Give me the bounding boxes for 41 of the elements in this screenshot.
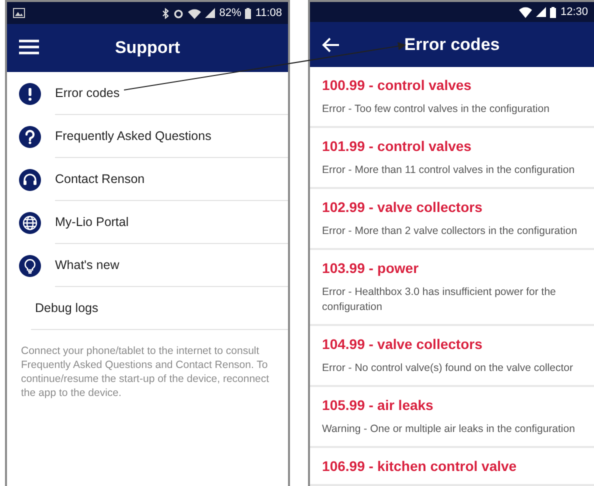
battery-icon	[245, 8, 252, 18]
error-code-description: Warning - One or multiple air leaks in the configuration	[322, 422, 576, 437]
status-time: 12:30	[560, 6, 588, 18]
battery-percentage: 82%	[219, 7, 242, 19]
lightbulb-icon	[19, 254, 41, 276]
error-code-title[interactable]: 103.99 - power	[322, 259, 582, 277]
bluetooth-icon	[162, 8, 170, 18]
back-arrow-icon[interactable]	[322, 37, 340, 54]
error-code-description: Error - Healthbox 3.0 has insufficient power for the configuration	[322, 285, 557, 315]
error-code-title[interactable]: 101.99 - control valves	[322, 137, 582, 155]
screen-title: Error codes	[404, 34, 500, 55]
signal-icon	[205, 8, 216, 18]
menu-item[interactable]: Debug logs	[35, 301, 98, 315]
error-code-title[interactable]: 104.99 - valve collectors	[322, 335, 582, 353]
status-time: 11:08	[255, 7, 282, 19]
menu-item[interactable]: Frequently Asked Questions	[55, 129, 212, 143]
menu-item[interactable]: Error codes	[55, 86, 120, 100]
error-code-title[interactable]: 106.99 - kitchen control valve	[322, 457, 582, 475]
error-code-title[interactable]: 100.99 - control valves	[322, 76, 582, 94]
globe-icon	[19, 212, 41, 234]
battery-icon	[550, 6, 556, 18]
menu-item[interactable]: Contact Renson	[55, 172, 145, 186]
headset-icon	[19, 168, 41, 190]
wifi-icon	[188, 8, 202, 18]
error-code-title[interactable]: 105.99 - air leaks	[322, 396, 582, 414]
alert-icon	[19, 82, 41, 104]
screen-title: Support	[114, 38, 180, 58]
menu-item[interactable]: My-Lio Portal	[55, 215, 129, 229]
error-code-description: Error - No control valve(s) found on the valve collector	[322, 361, 574, 376]
error-code-title[interactable]: 102.99 - valve collectors	[322, 198, 582, 216]
image-icon	[13, 8, 25, 18]
menu-item[interactable]: What's new	[55, 258, 120, 272]
error-code-description: Error - More than 11 control valves in the configuration	[322, 163, 576, 178]
alarm-icon	[173, 8, 184, 18]
wifi-icon	[519, 6, 532, 18]
error-code-description: Error - More than 2 valve collectors in the configuration	[322, 224, 578, 239]
error-code-description: Error - Too few control valves in the configuration	[322, 102, 550, 117]
menu-icon[interactable]	[19, 39, 39, 55]
help-icon	[19, 126, 41, 148]
info-text: Connect your phone/tablet to the internet to consult Frequently Asked Questions and Contact Renson. To continue/resume the start-up of the device, reconnect the app to the device.	[20, 344, 270, 400]
signal-icon	[536, 7, 546, 18]
